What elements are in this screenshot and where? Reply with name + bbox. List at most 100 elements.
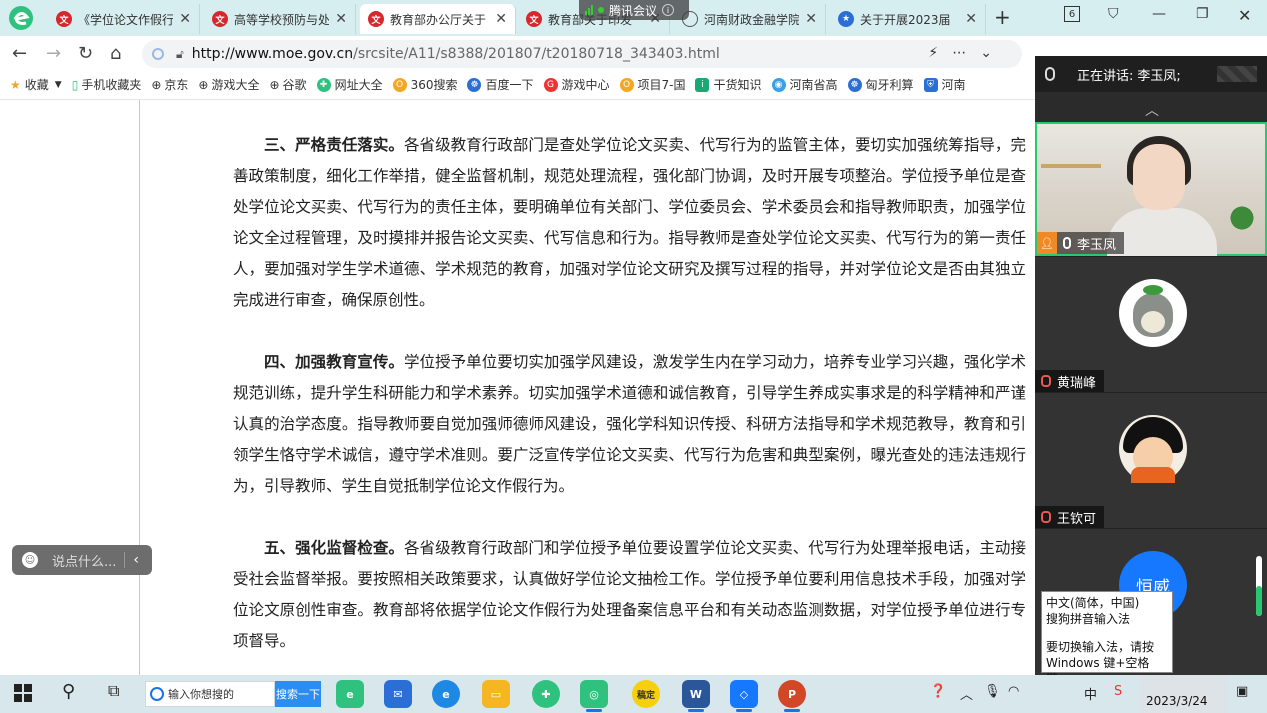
- security-app-icon[interactable]: ✚: [532, 680, 560, 708]
- edu-favicon-icon: ★: [838, 11, 854, 27]
- forward-arrow-icon[interactable]: →: [46, 43, 61, 64]
- bookmark-henan-2[interactable]: ⛨ 河南: [923, 76, 966, 93]
- mail-icon[interactable]: ✉: [384, 680, 412, 708]
- flash-icon[interactable]: ⚡: [928, 45, 952, 61]
- chevron-up-icon[interactable]: ︿: [960, 684, 973, 703]
- meeting-participant-panel: 正在讲话: 李玉凤; ︿ 👤︎ 李玉凤 黄瑞峰 王钦可 恒威: [1035, 56, 1267, 676]
- 360-browser-icon[interactable]: e: [336, 680, 364, 708]
- bookmark-hao[interactable]: ✚ 网址大全: [316, 76, 383, 93]
- bookmark-360[interactable]: O 360搜索: [392, 76, 457, 93]
- tencent-meeting-icon[interactable]: ◇: [730, 680, 758, 712]
- minimize-icon[interactable]: —: [1152, 6, 1166, 22]
- restore-icon[interactable]: ❐: [1196, 6, 1209, 22]
- url-bar[interactable]: 🔓︎ http://www.moe.gov.cn/srcsite/A11/s83…: [142, 40, 1022, 68]
- microphone-icon: [1045, 67, 1055, 81]
- tab-1[interactable]: 文 《学位论文作假行 ✕: [48, 4, 200, 34]
- bookmark-favorites[interactable]: ★ 收藏 ▼: [10, 76, 62, 93]
- bookmark-mobile[interactable]: ▯ 手机收藏夹: [72, 76, 142, 93]
- powerpoint-icon[interactable]: P: [778, 680, 806, 712]
- article-body: 三、严格责任落实。各省级教育行政部门是查处学位论文买卖、代写行为的监管主体，要切…: [233, 130, 1026, 675]
- tab-close-icon[interactable]: ✕: [179, 11, 191, 27]
- taskbar-search-button[interactable]: 搜索一下: [275, 681, 321, 707]
- bookmark-project[interactable]: O 项目7-国: [619, 76, 685, 93]
- henan-site-icon: ◉: [771, 77, 786, 92]
- shirt-skin-icon[interactable]: ⛉: [1108, 6, 1119, 22]
- bookmarks-bar: ★ 收藏 ▼ ▯ 手机收藏夹 ⊕ 京东 ⊕ 游戏大全 ⊕ 谷歌 ✚ 网址大全 O 360搜索 ☸…: [0, 70, 1035, 100]
- goku-avatar: [1119, 415, 1187, 483]
- chevron-left-icon[interactable]: ‹: [133, 552, 139, 568]
- speaking-indicator: 正在讲话: 李玉凤;: [1035, 56, 1267, 92]
- participant-name-tag: 黄瑞峰: [1035, 370, 1105, 392]
- word-icon[interactable]: W: [682, 680, 710, 712]
- more-icon[interactable]: ⋯: [952, 45, 980, 61]
- site-info-icon[interactable]: [152, 48, 164, 60]
- microphone-icon: [1063, 237, 1071, 249]
- ime-language-indicator[interactable]: 中: [1084, 684, 1097, 703]
- tab-close-icon[interactable]: ✕: [965, 11, 977, 27]
- mic-muted-icon: [1041, 511, 1051, 523]
- globe-icon: ⊕: [198, 77, 209, 92]
- date-text: 2023/3/24: [1146, 694, 1208, 708]
- close-window-icon[interactable]: ✕: [1238, 6, 1251, 25]
- moe-favicon-icon: 文: [368, 11, 384, 27]
- divider: [124, 552, 126, 568]
- refresh-icon[interactable]: ↻: [78, 43, 93, 64]
- panel-handle[interactable]: [1217, 66, 1257, 82]
- tab-close-icon[interactable]: ✕: [335, 11, 347, 27]
- browser-logo-icon[interactable]: [8, 5, 34, 31]
- participant-tile[interactable]: 黄瑞峰: [1035, 256, 1267, 392]
- bookmark-game-center[interactable]: G 游戏中心: [543, 76, 610, 93]
- article-paragraph: 四、加强教育宣传。学位授予单位要切实加强学风建设，激发学生内在学习动力，培养专业…: [233, 353, 1026, 495]
- tab-close-icon[interactable]: ✕: [805, 11, 817, 27]
- edge-browser-icon[interactable]: e: [432, 680, 460, 708]
- tab-close-icon[interactable]: ✕: [495, 11, 507, 27]
- wechat-icon[interactable]: ◎: [580, 680, 608, 712]
- bookmark-games[interactable]: ⊕ 游戏大全: [198, 76, 259, 93]
- insecure-lock-icon[interactable]: 🔓︎: [176, 47, 184, 62]
- meeting-chat-input[interactable]: ☺ 说点什么... ‹: [12, 545, 152, 575]
- bookmark-knowledge[interactable]: i 干货知识: [695, 76, 762, 93]
- tab-count-badge[interactable]: 6: [1064, 6, 1080, 22]
- search-icon[interactable]: ⚲: [62, 681, 75, 702]
- windows-start-icon[interactable]: [14, 684, 32, 702]
- chevron-down-icon[interactable]: ⌄: [980, 45, 1006, 61]
- help-icon[interactable]: ❓: [930, 684, 946, 699]
- sogou-ime-icon[interactable]: S: [1114, 684, 1122, 699]
- bookmark-google[interactable]: ⊕ 谷歌: [269, 76, 306, 93]
- emoji-icon[interactable]: ☺: [22, 552, 38, 568]
- home-icon[interactable]: ⌂: [110, 43, 121, 64]
- back-arrow-icon[interactable]: ←: [12, 43, 27, 64]
- bookmark-henan[interactable]: ◉ 河南省高: [771, 76, 838, 93]
- bookmark-jd[interactable]: ⊕ 京东: [151, 76, 188, 93]
- url-actions: ⚡⋯⌄: [928, 45, 1006, 61]
- bookmark-hungarian[interactable]: ☸ 匈牙利算: [847, 76, 914, 93]
- chevron-up-icon[interactable]: ︿: [1145, 100, 1159, 120]
- shelf-decor: [1041, 164, 1101, 168]
- column-divider: [139, 100, 140, 675]
- wifi-icon[interactable]: ◠: [1008, 684, 1019, 699]
- participant-tile-video[interactable]: 👤︎ 李玉凤: [1035, 122, 1267, 258]
- microphone-icon[interactable]: 🎙︎: [984, 684, 1001, 699]
- host-user-icon: 👤︎: [1037, 232, 1057, 254]
- bookmark-baidu[interactable]: ☸ 百度一下: [467, 76, 534, 93]
- tab-3-active[interactable]: 文 教育部办公厅关于 ✕: [360, 4, 516, 34]
- new-tab-plus-icon[interactable]: +: [994, 5, 1011, 29]
- tab-2[interactable]: 文 高等学校预防与处 ✕: [204, 4, 356, 34]
- taskbar-search-input[interactable]: 输入你想搜的: [145, 681, 275, 707]
- page-content: 三、严格责任落实。各省级教育行政部门是查处学位论文买卖、代写行为的监管主体，要切…: [0, 100, 1035, 675]
- url-text[interactable]: http://www.moe.gov.cn/srcsite/A11/s8388/…: [192, 46, 720, 62]
- shield-icon: ⛨: [923, 77, 938, 92]
- search-360-icon: O: [392, 77, 407, 92]
- tab-6[interactable]: ★ 关于开展2023届 ✕: [830, 4, 986, 34]
- notification-icon[interactable]: ▣: [1236, 684, 1248, 699]
- file-explorer-icon[interactable]: ▭: [482, 680, 510, 708]
- speaker-video-face: [1133, 144, 1185, 210]
- meeting-scrollbar[interactable]: [1256, 556, 1262, 616]
- tab-5[interactable]: 河南财政金融学院 ✕: [674, 4, 826, 34]
- browser-e-icon: [150, 687, 164, 701]
- game-center-icon: G: [543, 77, 558, 92]
- meeting-status-badge[interactable]: 腾讯会议 i: [579, 0, 689, 20]
- gaoding-app-icon[interactable]: 稿定: [632, 680, 660, 708]
- task-view-icon[interactable]: ⧉: [108, 681, 119, 701]
- participant-tile[interactable]: 王钦可: [1035, 392, 1267, 528]
